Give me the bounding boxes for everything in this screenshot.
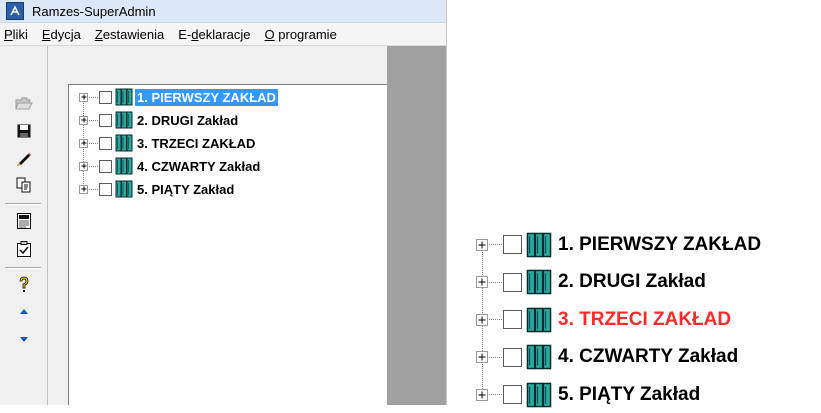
item-checkbox[interactable] <box>503 385 522 404</box>
item-checkbox[interactable] <box>99 113 112 127</box>
menu-o-programie[interactable]: O programie <box>258 27 344 42</box>
tree-item-label: 2. DRUGI Zakład <box>558 271 706 292</box>
tree-item-label: 3. TRZECI ZAKŁAD <box>558 308 732 330</box>
book-icon <box>526 306 552 334</box>
company-tree-panel: 1. PIERWSZY ZAKŁAD 2. DRUGI Zakład 3. TRZE… <box>68 84 387 405</box>
panel-background <box>48 46 387 84</box>
tree-item-label: 5. PIĄTY Zakład <box>558 383 701 405</box>
tree-item[interactable]: 2. DRUGI Zakład <box>476 264 706 301</box>
menu-zestawienia[interactable]: Zestawienia <box>88 27 171 42</box>
window-title: Ramzes-SuperAdmin <box>32 3 156 19</box>
expand-plus-icon[interactable] <box>476 313 488 326</box>
tree-connector <box>489 244 502 245</box>
tree-item[interactable]: 1. PIERWSZY ZAKŁAD <box>79 86 278 108</box>
menu-edycja[interactable]: Edycja <box>35 27 88 42</box>
book-icon <box>526 268 552 296</box>
toolbar-separator <box>5 267 41 269</box>
tree-connector <box>89 188 98 190</box>
app-window: Ramzes-SuperAdmin Pliki Edycja Zestawienia… <box>0 0 447 405</box>
tree-item-label: 4. CZWARTY Zakład <box>137 158 261 174</box>
pit-form-icon[interactable] <box>15 212 33 230</box>
tree-connector <box>89 119 98 121</box>
tree-item-label: 1. PIERWSZY ZAKŁAD <box>135 88 278 106</box>
tree-item-label: 3. TRZECI ZAKŁAD <box>137 135 256 151</box>
menu-bar: Pliki Edycja Zestawienia E-deklaracje O prog… <box>0 23 446 46</box>
expand-plus-icon[interactable] <box>476 238 488 251</box>
tree-item[interactable]: 5. PIĄTY Zakład <box>476 376 700 413</box>
tree-item-label: 4. CZWARTY Zakład <box>558 346 739 367</box>
zoomed-company-tree: 1. PIERWSZY ZAKŁAD 2. DRUGI Zakład 3. TRZE… <box>470 226 820 407</box>
tree-connector <box>489 281 502 283</box>
checklist-icon[interactable] <box>15 240 33 258</box>
toolbar-separator <box>5 203 41 205</box>
tree-item-label: 2. DRUGI Zakład <box>137 112 239 128</box>
tree-item[interactable]: 3. TRZECI ZAKŁAD <box>476 301 731 338</box>
item-checkbox[interactable] <box>503 235 522 254</box>
copy-icon[interactable] <box>15 176 33 194</box>
book-icon <box>115 157 133 175</box>
arrow-down-icon[interactable] <box>15 330 33 348</box>
item-checkbox[interactable] <box>99 136 112 150</box>
tree-connector <box>89 142 98 144</box>
expand-plus-icon[interactable] <box>79 115 88 125</box>
title-bar[interactable]: Ramzes-SuperAdmin <box>0 0 446 23</box>
edit-pencil-icon[interactable] <box>15 149 33 167</box>
book-icon <box>115 88 133 106</box>
book-icon <box>526 231 552 259</box>
tree-item[interactable]: 1. PIERWSZY ZAKŁAD <box>476 226 761 263</box>
item-checkbox[interactable] <box>99 159 112 173</box>
expand-plus-icon[interactable] <box>79 92 88 102</box>
tree-connector <box>489 394 502 395</box>
book-icon <box>526 343 552 371</box>
book-icon <box>526 381 552 409</box>
menu-e-deklaracje[interactable]: E-deklaracje <box>171 27 257 42</box>
tree-item-label: 1. PIERWSZY ZAKŁAD <box>558 233 762 255</box>
open-folder-icon[interactable] <box>15 94 33 112</box>
tree-item-label: 5. PIĄTY Zakład <box>137 181 235 197</box>
menu-pliki[interactable]: Pliki <box>0 27 35 42</box>
tree-connector <box>489 319 502 320</box>
app-logo-icon <box>6 2 24 20</box>
empty-workspace <box>387 46 446 405</box>
tree-connector <box>89 165 98 167</box>
tree-item[interactable]: 2. DRUGI Zakład <box>79 109 240 131</box>
expand-plus-icon[interactable] <box>476 276 488 288</box>
item-checkbox[interactable] <box>99 182 112 196</box>
save-icon[interactable] <box>15 122 33 140</box>
tree-item[interactable]: 3. TRZECI ZAKŁAD <box>79 132 257 154</box>
item-checkbox[interactable] <box>503 310 522 329</box>
arrow-up-icon[interactable] <box>15 303 33 321</box>
item-checkbox[interactable] <box>503 347 522 367</box>
help-icon[interactable] <box>15 276 33 294</box>
vertical-toolbar <box>0 46 48 405</box>
item-checkbox[interactable] <box>503 272 522 292</box>
expand-plus-icon[interactable] <box>79 161 88 171</box>
book-icon <box>115 111 133 129</box>
tree-connector <box>489 356 502 358</box>
tree-item[interactable]: 5. PIĄTY Zakład <box>79 178 236 200</box>
expand-plus-icon[interactable] <box>79 138 88 148</box>
tree-connector <box>89 96 98 98</box>
expand-plus-icon[interactable] <box>476 351 488 363</box>
expand-plus-icon[interactable] <box>79 184 88 194</box>
tree-item[interactable]: 4. CZWARTY Zakład <box>476 339 738 376</box>
book-icon <box>115 134 133 152</box>
tree-item[interactable]: 4. CZWARTY Zakład <box>79 155 262 177</box>
book-icon <box>115 180 133 198</box>
expand-plus-icon[interactable] <box>476 388 488 401</box>
item-checkbox[interactable] <box>99 90 112 104</box>
